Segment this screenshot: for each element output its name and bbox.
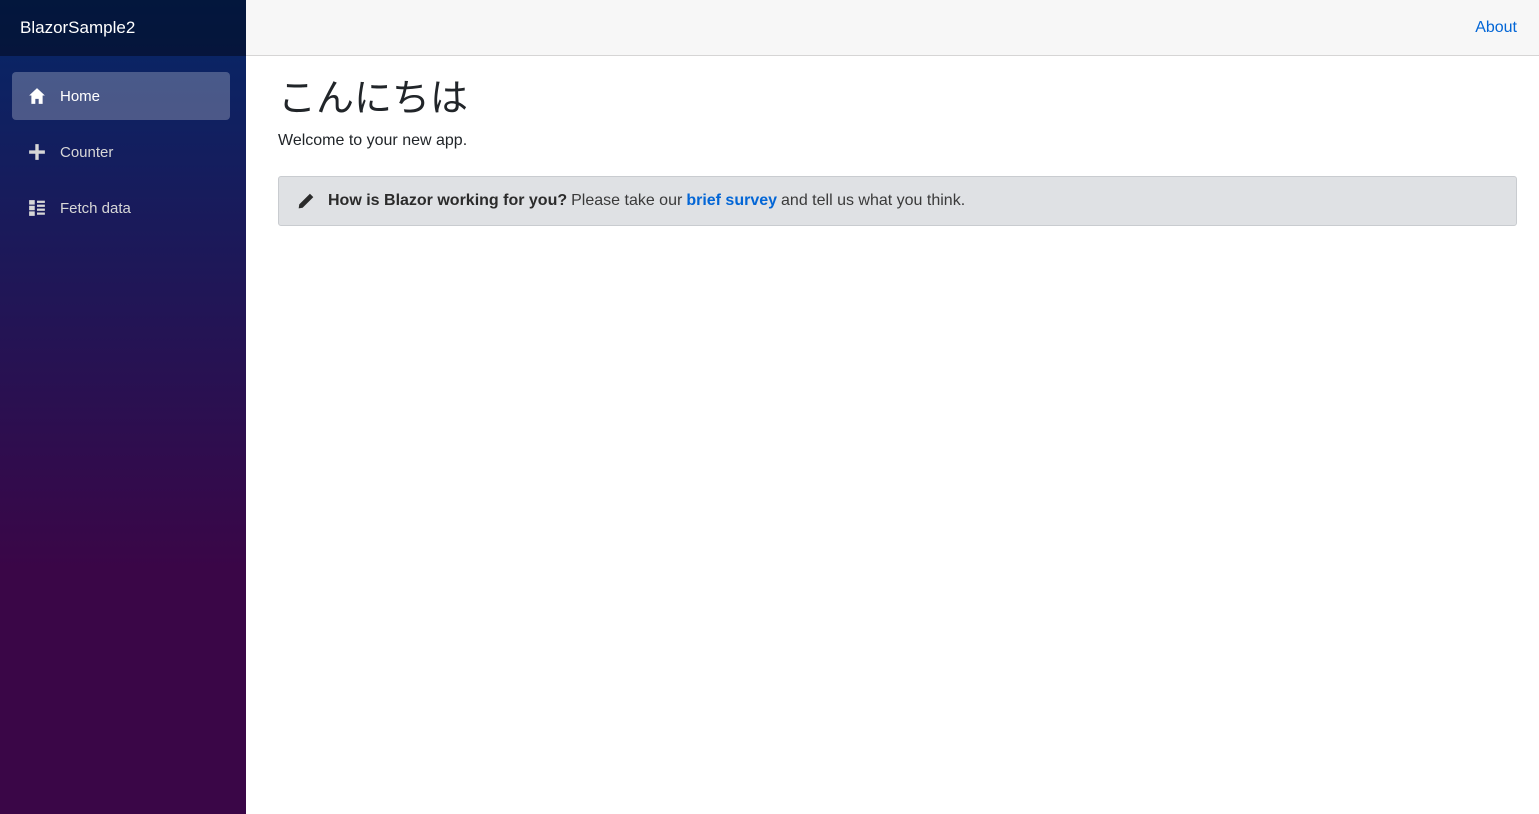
nav-item-counter[interactable]: Counter: [12, 128, 230, 176]
list-icon: [28, 199, 46, 217]
home-icon: [28, 87, 46, 105]
page-title: こんにちは: [278, 76, 469, 120]
nav-item-fetch-data[interactable]: Fetch data: [12, 184, 230, 232]
nav-menu: Home Counter Fetch data: [0, 56, 246, 240]
nav-item-label: Home: [60, 87, 101, 105]
nav-item-label: Counter: [60, 143, 114, 161]
plus-icon: [28, 143, 46, 161]
survey-suffix: and tell us what you think.: [781, 192, 966, 209]
brand-link[interactable]: BlazorSample2: [20, 18, 135, 38]
main-area: About こんにちは Welcome to your new app. How…: [246, 0, 1539, 814]
about-link[interactable]: About: [1475, 19, 1517, 37]
survey-prefix: Please take our: [571, 192, 683, 209]
pencil-icon: [297, 192, 315, 210]
content: こんにちは Welcome to your new app. How is Bl…: [246, 56, 1539, 226]
welcome-text: Welcome to your new app.: [278, 132, 468, 149]
survey-alert: How is Blazor working for you? Please ta…: [278, 176, 1517, 226]
nav-item-label: Fetch data: [60, 199, 131, 217]
survey-question: How is Blazor working for you?: [328, 192, 568, 209]
nav-item-home[interactable]: Home: [12, 72, 230, 120]
sidebar: BlazorSample2 Home Counter Fetch data: [0, 0, 246, 814]
survey-link[interactable]: brief survey: [686, 192, 777, 210]
top-row: About: [246, 0, 1539, 56]
app-root: BlazorSample2 Home Counter Fetch data Ab…: [0, 0, 1539, 814]
brand-bar: BlazorSample2: [0, 0, 246, 56]
